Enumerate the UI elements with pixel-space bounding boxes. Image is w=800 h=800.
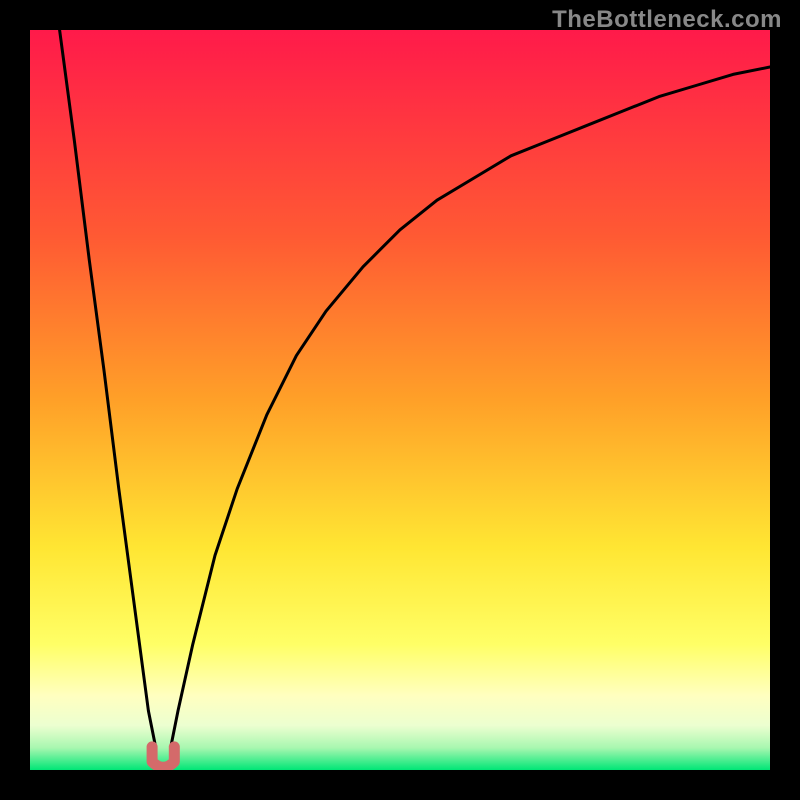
chart-frame: TheBottleneck.com xyxy=(0,0,800,800)
watermark-text: TheBottleneck.com xyxy=(552,6,782,34)
bottleneck-chart xyxy=(30,30,770,770)
